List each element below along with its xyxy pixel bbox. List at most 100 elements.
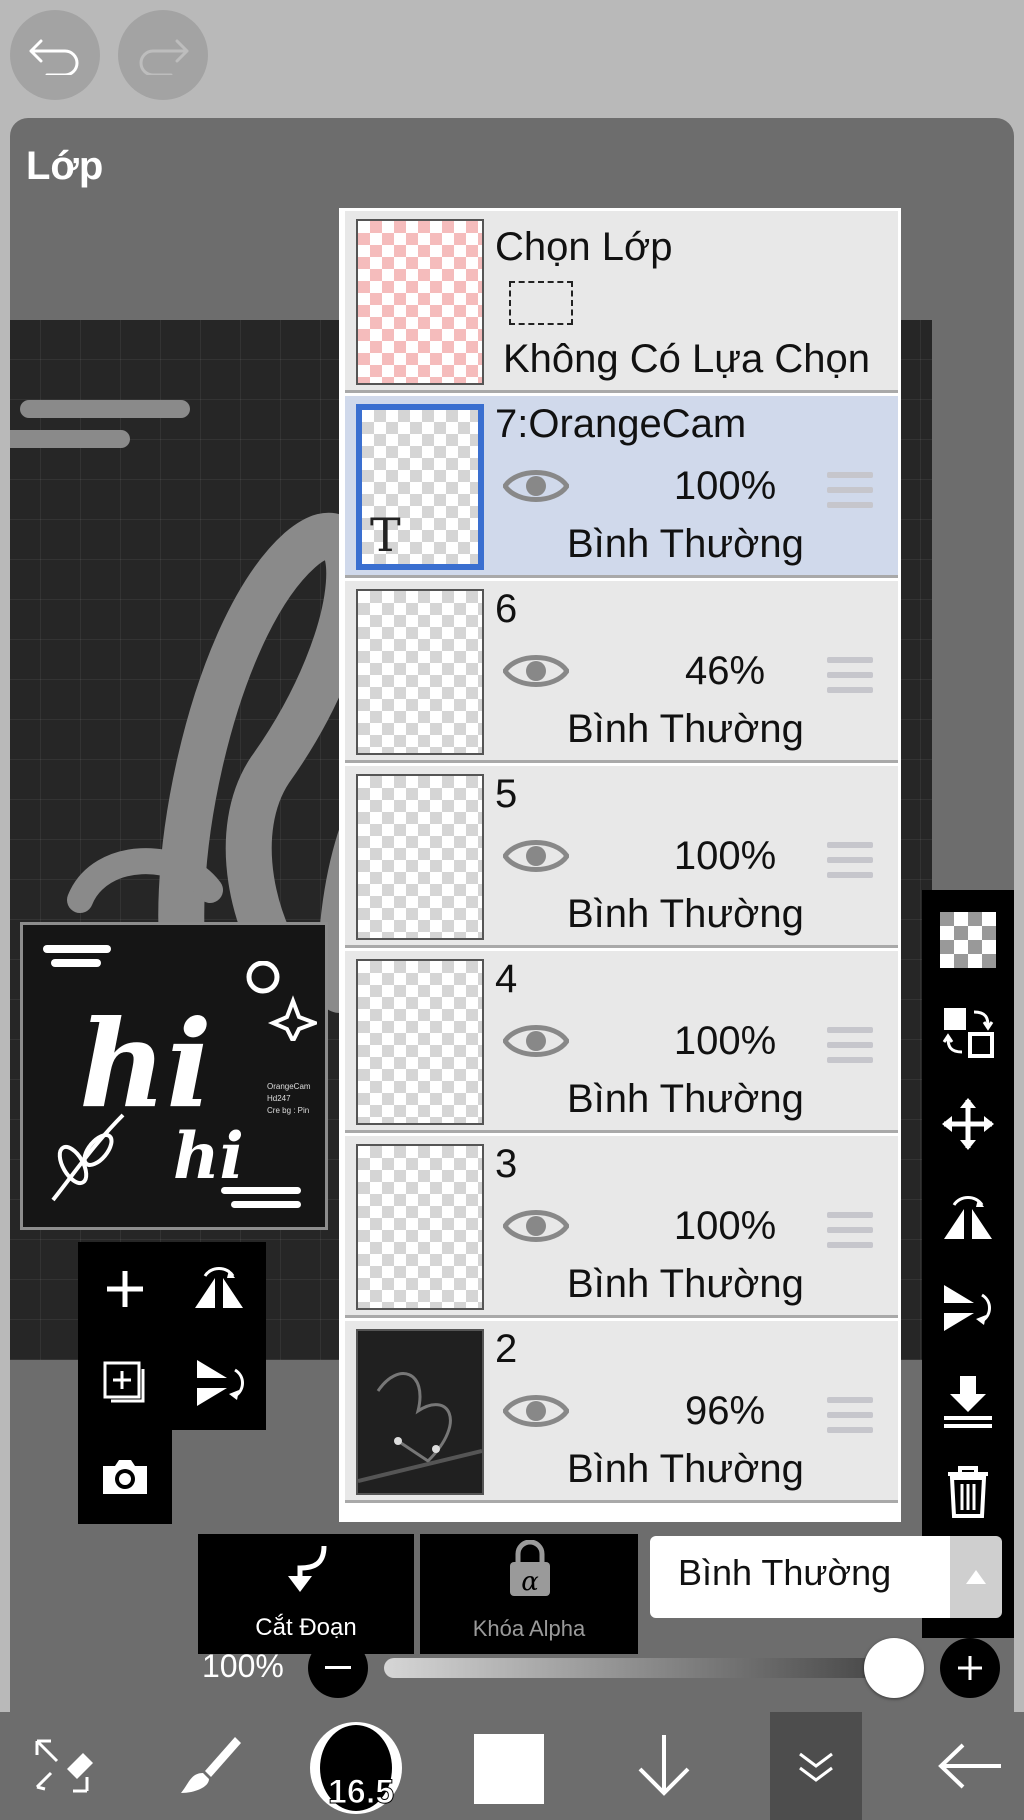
- layer-opacity: 46%: [684, 649, 766, 693]
- preview-caption: OrangeCam Hd247 Cre bg : Pin: [267, 1081, 311, 1117]
- layer-row-6[interactable]: 6 46% Bình Thường: [345, 581, 898, 763]
- drag-handle-icon[interactable]: [827, 1397, 873, 1442]
- plus-icon: [107, 1271, 143, 1307]
- opacity-increase-button[interactable]: [940, 1638, 1000, 1698]
- visibility-toggle[interactable]: [501, 1021, 571, 1066]
- layer-name: 7:OrangeCam: [495, 402, 747, 446]
- canvas-preview[interactable]: hi hi OrangeCam Hd247 Cre bg : Pin: [20, 922, 328, 1230]
- camera-import-button[interactable]: [78, 1430, 172, 1524]
- add-layer-button[interactable]: [78, 1242, 172, 1336]
- visibility-toggle[interactable]: [501, 1391, 571, 1436]
- layer-blend-mode: Bình Thường: [567, 1077, 804, 1121]
- drag-handle-icon[interactable]: [827, 657, 873, 702]
- visibility-toggle[interactable]: [501, 1206, 571, 1251]
- flip-horizontal-button[interactable]: [172, 1242, 266, 1336]
- eye-icon: [501, 1025, 571, 1057]
- move-button[interactable]: [922, 1078, 1014, 1170]
- drag-handle-icon[interactable]: [827, 1027, 873, 1072]
- alpha-lock-button[interactable]: α Khóa Alpha: [420, 1534, 638, 1654]
- layer-name: 6: [495, 587, 518, 631]
- drag-handle-icon[interactable]: [827, 1212, 873, 1257]
- layer-row-5[interactable]: 5 100% Bình Thường: [345, 766, 898, 948]
- layer-list[interactable]: Chọn Lớp Không Có Lựa Chọn T 7:OrangeCam…: [339, 208, 901, 1522]
- layer-thumbnail: [356, 1144, 484, 1310]
- swap-layer-button[interactable]: [922, 986, 1014, 1078]
- trash-icon: [948, 1466, 988, 1518]
- checker-icon: [940, 912, 996, 968]
- minus-icon: [325, 1666, 351, 1669]
- visibility-toggle[interactable]: [501, 651, 571, 696]
- marquee-icon: [509, 281, 573, 325]
- selection-layer-label: Chọn Lớp: [495, 225, 673, 269]
- layer-opacity: 100%: [673, 464, 777, 508]
- duplicate-layer-button[interactable]: [78, 1336, 172, 1430]
- drag-handle-icon[interactable]: [827, 472, 873, 517]
- transparency-fill-button[interactable]: [922, 894, 1014, 986]
- layer-row-7[interactable]: T 7:OrangeCam 100% Bình Thường: [345, 396, 898, 578]
- layer-thumbnail: T: [356, 404, 484, 570]
- layer-row-3[interactable]: 3 100% Bình Thường: [345, 1136, 898, 1318]
- undo-icon: [29, 39, 79, 75]
- selection-layer-thumbnail: [356, 219, 484, 385]
- layer-name: 3: [495, 1142, 518, 1186]
- photo-thumbnail: [357, 1372, 483, 1483]
- visibility-toggle[interactable]: [501, 466, 571, 511]
- canvas-stroke: [10, 430, 130, 448]
- svg-text:α: α: [521, 1567, 539, 1597]
- opacity-label: 100%: [202, 1648, 284, 1684]
- opacity-slider[interactable]: [384, 1658, 924, 1678]
- merge-down-icon: [944, 1376, 992, 1428]
- text-layer-icon: T: [370, 508, 401, 562]
- camera-icon: [103, 1460, 147, 1494]
- opacity-slider-thumb[interactable]: [864, 1638, 924, 1698]
- clipping-label: Cắt Đoạn: [255, 1614, 357, 1641]
- canvas-stroke: [20, 400, 190, 418]
- duplicate-icon: [103, 1361, 145, 1403]
- delete-layer-button[interactable]: [922, 1446, 1014, 1538]
- brush-size-indicator[interactable]: 16.5: [310, 1722, 402, 1814]
- undo-button[interactable]: [10, 10, 100, 100]
- swap-icon: [942, 1008, 994, 1058]
- layer-name: 2: [495, 1327, 518, 1371]
- transform-eraser-icon: [35, 1739, 93, 1793]
- layer-blend-mode: Bình Thường: [567, 1447, 804, 1491]
- flip-layer-horizontal-button[interactable]: [922, 1170, 1014, 1262]
- brush-tool-button[interactable]: [160, 1712, 260, 1820]
- move-icon: [942, 1098, 994, 1150]
- sparkle-icon: [246, 961, 317, 1041]
- panel-title: Lớp: [26, 144, 104, 188]
- blend-mode-dropdown-button[interactable]: [950, 1536, 1002, 1618]
- plus-icon: [958, 1656, 982, 1680]
- caption-line: OrangeCam: [267, 1082, 311, 1091]
- visibility-toggle[interactable]: [501, 836, 571, 881]
- arrow-left-icon: [938, 1743, 1001, 1789]
- layer-row-4[interactable]: 4 100% Bình Thường: [345, 951, 898, 1133]
- clipping-button[interactable]: Cắt Đoạn: [198, 1534, 414, 1654]
- flip-vertical-icon: [944, 1285, 991, 1331]
- layer-opacity: 100%: [673, 1204, 777, 1248]
- alpha-lock-label: Khóa Alpha: [472, 1616, 586, 1641]
- eye-icon: [501, 840, 571, 872]
- opacity-decrease-button[interactable]: [308, 1638, 368, 1698]
- color-swatch[interactable]: [474, 1734, 544, 1804]
- redo-button[interactable]: [118, 10, 208, 100]
- down-arrow-button[interactable]: [614, 1712, 714, 1820]
- layer-row-2[interactable]: 2 96% Bình Thường: [345, 1321, 898, 1503]
- layer-panel-toggle-button[interactable]: [770, 1712, 862, 1820]
- layer-thumbnail: [356, 959, 484, 1125]
- layer-thumbnail: [356, 589, 484, 755]
- blend-mode-select[interactable]: Bình Thường: [650, 1536, 950, 1618]
- layer-tools-bar: [922, 890, 1014, 1638]
- selection-tool-button[interactable]: [12, 1712, 112, 1820]
- caption-line: Hd247: [267, 1094, 291, 1103]
- selection-layer-row[interactable]: Chọn Lớp Không Có Lựa Chọn: [345, 211, 898, 393]
- flip-layer-vertical-button[interactable]: [922, 1262, 1014, 1354]
- layer-name: 4: [495, 957, 518, 1001]
- brush-preview: 16.5: [320, 1725, 395, 1812]
- merge-down-button[interactable]: [922, 1354, 1014, 1446]
- back-button[interactable]: [920, 1712, 1020, 1820]
- lock-icon: α: [510, 1540, 550, 1597]
- flip-vertical-button[interactable]: [172, 1336, 266, 1430]
- layer-thumbnail: [356, 774, 484, 940]
- drag-handle-icon[interactable]: [827, 842, 873, 887]
